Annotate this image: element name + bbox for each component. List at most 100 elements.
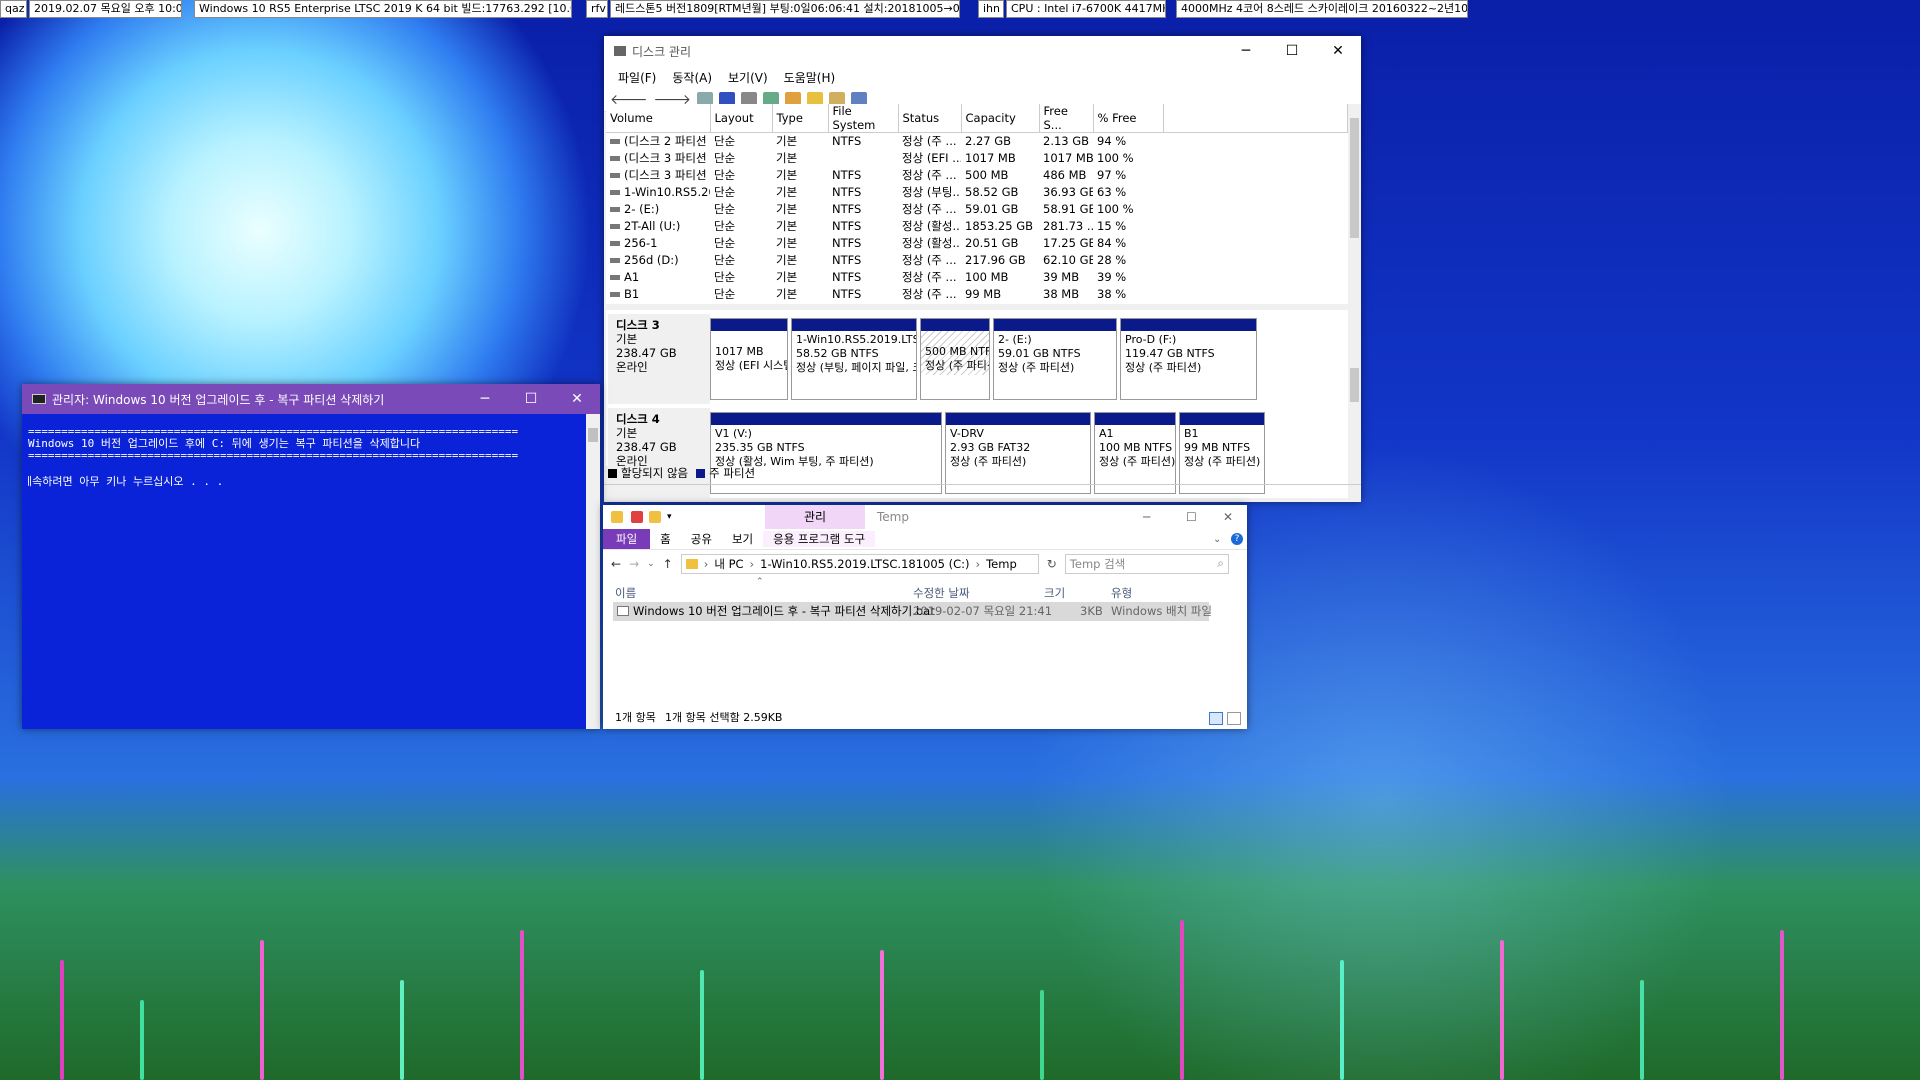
close-button[interactable]: ✕: [1315, 36, 1361, 66]
volume-cell: 기본: [776, 202, 798, 216]
partition-line: 정상 (주 파티션: [925, 359, 989, 372]
column-header[interactable]: Volume: [606, 104, 711, 133]
column-header-date[interactable]: 수정한 날짜: [913, 585, 970, 601]
partition-block[interactable]: Pro-D (F:) 119.47 GB NTFS 정상 (주 파티션): [1120, 318, 1257, 400]
column-header-size[interactable]: 크기: [1044, 585, 1065, 601]
partition-block[interactable]: V-DRV 2.93 GB FAT32 정상 (주 파티션): [945, 412, 1091, 494]
column-header[interactable]: Capacity: [961, 104, 1040, 133]
expand-ribbon-icon[interactable]: ⌄: [1213, 534, 1221, 545]
volume-icon: [610, 173, 620, 178]
properties-icon[interactable]: [631, 511, 643, 523]
address-bar[interactable]: › 내 PC › 1-Win10.RS5.2019.LTSC.181005 (C…: [680, 553, 1039, 574]
large-icons-view-icon[interactable]: [1227, 712, 1241, 725]
column-header[interactable]: File System: [828, 104, 899, 133]
volume-row[interactable]: K-TEST (G:)단순기본NTFS정상 (활성...29.24 GB14.7…: [606, 303, 1348, 305]
scroll-thumb[interactable]: [1350, 118, 1359, 238]
help-icon[interactable]: ?: [1231, 533, 1243, 545]
volume-row[interactable]: 2- (E:) 단순 기본 NTFS 정상 (주 ... 59.01 GB 58.91 GB…: [606, 201, 1348, 218]
volume-row[interactable]: 2T-All (U:) 단순 기본 NTFS 정상 (활성... 1853.25 GB 28…: [606, 218, 1348, 235]
volume-cell: 정상 (EFI ...: [902, 151, 961, 165]
recent-chevron-icon[interactable]: ⌄: [647, 559, 655, 569]
scroll-thumb[interactable]: [1350, 368, 1359, 402]
file-type: Windows 배치 파일: [1111, 604, 1212, 618]
column-header[interactable]: % Free: [1093, 104, 1164, 133]
cmd-scrollbar[interactable]: [586, 414, 600, 729]
new-folder-icon[interactable]: [649, 511, 661, 523]
minimize-button[interactable]: ─: [1143, 510, 1150, 524]
cmd-title: 관리자: Windows 10 버전 업그레이드 후 - 복구 파티션 삭제하기: [52, 392, 385, 407]
breadcrumb-item[interactable]: Temp: [986, 557, 1017, 571]
partition-block[interactable]: 1-Win10.RS5.2019.LTSC.58.52 GB NTFS정상 (부…: [791, 318, 917, 400]
details-view-icon[interactable]: [1209, 712, 1223, 725]
volume-row[interactable]: 1-Win10.RS5.20... 단순 기본 NTFS 정상 (부팅... 58.52 …: [606, 184, 1348, 201]
partition-line: 1-Win10.RS5.2019.LTSC.: [796, 333, 916, 346]
breadcrumb-separator: ›: [975, 556, 981, 571]
file-row[interactable]: Windows 10 버전 업그레이드 후 - 복구 파티션 삭제하기.bat …: [613, 602, 1212, 621]
menu-help[interactable]: 도움말(H): [776, 69, 844, 86]
cmd-title-bar: 관리자: Windows 10 버전 업그레이드 후 - 복구 파티션 삭제하기…: [22, 384, 600, 414]
column-header-name[interactable]: 이름: [615, 585, 636, 601]
partition-block[interactable]: 2- (E:) 59.01 GB NTFS 정상 (주 파티션): [993, 318, 1117, 400]
disk-size: 238.47 GB: [616, 346, 677, 360]
close-button[interactable]: ✕: [554, 384, 600, 414]
volume-row[interactable]: (디스크 3 파티션 5) 단순 기본 NTFS 정상 (주 ... 500 MB 486 …: [606, 167, 1348, 184]
volume-cell: 정상 (주 ...: [902, 134, 957, 149]
disk-row[interactable]: 디스크 3 기본 238.47 GB 온라인 1017 MB 정상 (EFI 시스템 1-W…: [608, 314, 1348, 404]
search-input[interactable]: Temp 검색 ⌕: [1064, 553, 1229, 574]
column-header[interactable]: Status: [898, 104, 962, 133]
volume-list-scrollbar[interactable]: [1348, 104, 1361, 304]
menu-file[interactable]: 파일(F): [610, 69, 664, 86]
volume-cell: 217.96 GB: [965, 253, 1026, 267]
cmd-console[interactable]: ========================================…: [28, 426, 584, 488]
column-header[interactable]: Free S...: [1039, 104, 1094, 133]
minimize-button[interactable]: ─: [1223, 36, 1269, 66]
volume-row[interactable]: (디스크 2 파티션 3) 단순 기본 NTFS 정상 (주 ... 2.27 GB 2.1…: [606, 133, 1348, 150]
partition-line: 100 MB NTFS: [1099, 441, 1173, 454]
volume-cell: 100 %: [1097, 202, 1134, 216]
scroll-thumb[interactable]: [588, 428, 598, 442]
volume-name-cell: 256d (D:): [606, 252, 710, 269]
tab-app-tools[interactable]: 응용 프로그램 도구: [763, 531, 876, 547]
batch-file-icon: [617, 606, 629, 616]
close-button[interactable]: ✕: [1223, 510, 1233, 524]
disk-view-scrollbar[interactable]: [1348, 310, 1361, 466]
disk-label[interactable]: 디스크 3 기본 238.47 GB 온라인: [608, 314, 710, 404]
column-header-type[interactable]: 유형: [1111, 585, 1132, 601]
volume-row[interactable]: (디스크 3 파티션 1) 단순 기본 정상 (EFI ... 1017 MB 1017 …: [606, 150, 1348, 167]
customize-qat-icon[interactable]: ▾: [667, 512, 672, 522]
tab-view[interactable]: 보기: [722, 531, 763, 547]
partition-block[interactable]: A1 100 MB NTFS 정상 (주 파티션): [1094, 412, 1176, 494]
up-arrow-icon[interactable]: ↑: [663, 557, 673, 571]
menu-action[interactable]: 동작(A): [664, 69, 720, 86]
partition-bar: [1095, 413, 1175, 425]
tab-share[interactable]: 공유: [681, 531, 722, 547]
volume-cell: 20.51 GB: [965, 236, 1019, 250]
partition-block[interactable]: 500 MB NTFS정상 (주 파티션: [920, 318, 990, 400]
partition-block[interactable]: 1017 MB 정상 (EFI 시스템: [710, 318, 788, 400]
back-arrow-icon[interactable]: ←: [611, 557, 621, 571]
file-list: ⌃ 이름 수정한 날짜 크기 유형 Windows 10 버전 업그레이드 후 …: [603, 577, 1247, 711]
menu-view[interactable]: 보기(V): [720, 69, 776, 86]
volume-cell: 기본: [776, 287, 798, 301]
breadcrumb-item[interactable]: 1-Win10.RS5.2019.LTSC.181005 (C:): [760, 557, 969, 571]
column-header[interactable]: Layout: [710, 104, 773, 133]
forward-arrow-icon[interactable]: →: [629, 557, 639, 571]
volume-row[interactable]: A1 단순 기본 NTFS 정상 (주 ... 100 MB 39 MB 39 %: [606, 269, 1348, 286]
maximize-button[interactable]: ☐: [508, 384, 554, 414]
context-tab-manage[interactable]: 관리: [765, 505, 865, 529]
partition-block[interactable]: V1 (V:) 235.35 GB NTFS 정상 (활성, Wim 부팅, 주 파…: [710, 412, 942, 494]
refresh-icon[interactable]: ↻: [1047, 557, 1057, 571]
volume-row[interactable]: 256-1 단순 기본 NTFS 정상 (활성... 20.51 GB 17.25 GB 84…: [606, 235, 1348, 252]
volume-row[interactable]: B1 단순 기본 NTFS 정상 (주 ... 99 MB 38 MB 38 %: [606, 286, 1348, 303]
disk-graphic-view: 디스크 3 기본 238.47 GB 온라인 1017 MB 정상 (EFI 시스템 1-W…: [606, 310, 1348, 498]
volume-cell: 기본: [776, 168, 798, 182]
tab-file[interactable]: 파일: [603, 529, 651, 549]
breadcrumb-item[interactable]: 내 PC: [714, 556, 743, 572]
volume-row[interactable]: 256d (D:) 단순 기본 NTFS 정상 (주 ... 217.96 GB 62.10…: [606, 252, 1348, 269]
partition-block[interactable]: B1 99 MB NTFS 정상 (주 파티션): [1179, 412, 1265, 494]
minimize-button[interactable]: ─: [462, 384, 508, 414]
column-header[interactable]: Type: [772, 104, 829, 133]
tab-home[interactable]: 홈: [650, 531, 681, 547]
maximize-button[interactable]: ☐: [1186, 510, 1197, 524]
maximize-button[interactable]: ☐: [1269, 36, 1315, 66]
